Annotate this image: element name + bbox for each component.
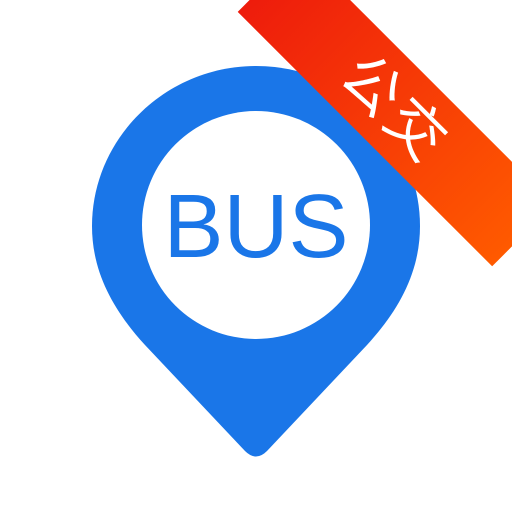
bus-label: BUS: [163, 177, 348, 277]
map-pin-icon: BUS: [92, 66, 420, 457]
app-icon: BUS 公交: [0, 0, 512, 512]
